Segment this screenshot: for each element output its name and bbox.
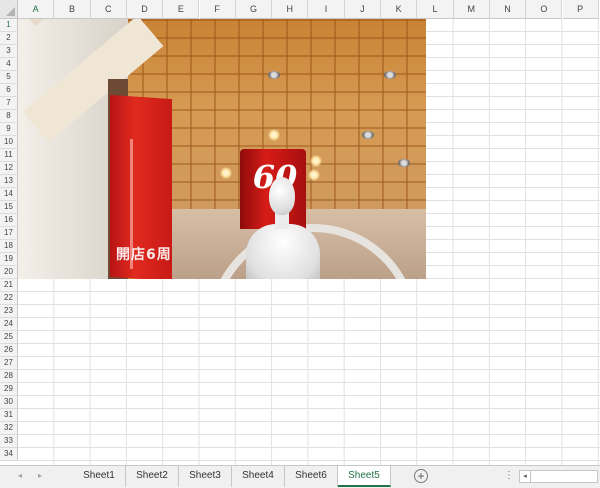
column-header-d[interactable]: D [126, 0, 164, 19]
column-header-c[interactable]: C [90, 0, 127, 19]
column-header-o[interactable]: O [526, 0, 563, 19]
column-header-n[interactable]: N [489, 0, 527, 19]
row-header-33[interactable]: 33 [0, 435, 18, 448]
column-header-a[interactable]: A [18, 0, 55, 19]
row-header-16[interactable]: 16 [0, 214, 18, 227]
sheet-tab-bar: ◂ ▸ Sheet1 Sheet2 Sheet3 Sheet4 Sheet6 Sheet5… [0, 465, 600, 488]
row-header-30[interactable]: 30 [0, 396, 18, 409]
row-header-27[interactable]: 27 [0, 357, 18, 370]
column-header-i[interactable]: I [308, 0, 345, 19]
column-header-m[interactable]: M [453, 0, 490, 19]
column-header-g[interactable]: G [235, 0, 273, 19]
row-header-32[interactable]: 32 [0, 422, 18, 435]
row-header-24[interactable]: 24 [0, 318, 18, 331]
row-header-2[interactable]: 2 [0, 32, 18, 45]
row-header-15[interactable]: 15 [0, 201, 18, 214]
picture-banner-text: 開店6周 [116, 247, 172, 263]
horizontal-scrollbar[interactable]: ◂ [519, 470, 598, 483]
row-header-14[interactable]: 14 [0, 188, 18, 201]
picture-ceiling-light [268, 129, 280, 141]
add-sheet-icon[interactable]: + [414, 469, 428, 483]
worksheet-grid[interactable]: ABCDEFGHIJKLMNOP 1 2 3 4 5 6 7 8 9 10 11 12 13 14 15 16… [0, 0, 600, 465]
row-header-22[interactable]: 22 [0, 292, 18, 305]
row-header-3[interactable]: 3 [0, 45, 18, 58]
select-all-triangle [6, 7, 15, 16]
next-sheet-icon[interactable]: ▸ [34, 471, 46, 480]
column-header-f[interactable]: F [199, 0, 236, 19]
row-header-12[interactable]: 12 [0, 162, 18, 175]
column-header-e[interactable]: E [163, 0, 200, 19]
sheet-tab-sheet1[interactable]: Sheet1 [73, 466, 126, 487]
row-header-21[interactable]: 21 [0, 279, 18, 292]
row-header-1[interactable]: 1 [0, 19, 18, 32]
row-header-26[interactable]: 26 [0, 344, 18, 357]
column-header-k[interactable]: K [381, 0, 418, 19]
row-header-20[interactable]: 20 [0, 266, 18, 279]
inserted-picture[interactable]: 開店6周 60 [18, 19, 426, 279]
picture-ceiling-light [310, 155, 322, 167]
row-headers: 1 2 3 4 5 6 7 8 9 10 11 12 13 14 15 16 17 18 19 20 21 22 23 24 2… [0, 19, 18, 465]
row-header-13[interactable]: 13 [0, 175, 18, 188]
prev-sheet-icon[interactable]: ◂ [14, 471, 26, 480]
column-header-p[interactable]: P [562, 0, 599, 19]
row-header-11[interactable]: 11 [0, 149, 18, 162]
sheet-tab-sheet2[interactable]: Sheet2 [126, 466, 179, 487]
picture-spotlight [398, 159, 410, 167]
picture-spotlight [384, 71, 396, 79]
row-header-25[interactable]: 25 [0, 331, 18, 344]
picture-mannequin-head [269, 177, 295, 215]
row-header-31[interactable]: 31 [0, 409, 18, 422]
row-header-18[interactable]: 18 [0, 240, 18, 253]
picture-ceiling-light [308, 169, 320, 181]
more-options-icon[interactable]: ⋮ [504, 470, 514, 481]
row-header-8[interactable]: 8 [0, 110, 18, 123]
row-header-17[interactable]: 17 [0, 227, 18, 240]
row-header-23[interactable]: 23 [0, 305, 18, 318]
sheet-tab-sheet3[interactable]: Sheet3 [179, 466, 232, 487]
row-header-7[interactable]: 7 [0, 97, 18, 110]
select-all-corner[interactable] [0, 0, 18, 19]
scroll-left-icon[interactable]: ◂ [520, 471, 531, 482]
picture-spotlight [268, 71, 280, 79]
row-header-9[interactable]: 9 [0, 123, 18, 136]
column-header-h[interactable]: H [272, 0, 309, 19]
sheet-tab-sheet4[interactable]: Sheet4 [232, 466, 285, 487]
picture-ceiling-light [220, 167, 232, 179]
scrollbar-thumb[interactable] [532, 472, 592, 481]
sheet-tab-sheet6[interactable]: Sheet6 [285, 466, 338, 487]
row-header-4[interactable]: 4 [0, 58, 18, 71]
column-header-j[interactable]: J [344, 0, 381, 19]
picture-mannequin-body [246, 224, 320, 279]
column-header-b[interactable]: B [54, 0, 91, 19]
column-header-l[interactable]: L [417, 0, 454, 19]
row-header-5[interactable]: 5 [0, 71, 18, 84]
row-header-28[interactable]: 28 [0, 370, 18, 383]
column-headers: ABCDEFGHIJKLMNOP [18, 0, 600, 19]
row-header-6[interactable]: 6 [0, 84, 18, 97]
sheet-tab-sheet5[interactable]: Sheet5 [338, 466, 391, 487]
picture-spotlight [362, 131, 374, 139]
row-header-34[interactable]: 34 [0, 448, 18, 461]
row-header-10[interactable]: 10 [0, 136, 18, 149]
row-header-29[interactable]: 29 [0, 383, 18, 396]
row-header-19[interactable]: 19 [0, 253, 18, 266]
